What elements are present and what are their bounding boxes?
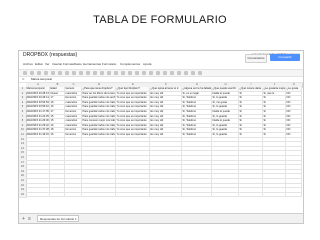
toolbar-button-icon[interactable]	[163, 71, 167, 75]
toolbar-button-icon[interactable]	[37, 71, 41, 75]
toolbar-button-icon[interactable]	[65, 71, 69, 75]
empty-cell[interactable]	[50, 192, 65, 198]
share-button[interactable]: Compartir	[270, 54, 300, 61]
add-sheet-icon[interactable]: +	[22, 216, 25, 222]
menu-item[interactable]: Ayuda	[143, 62, 151, 66]
formula-input[interactable]: Marca temporal	[31, 77, 52, 81]
toolbar-button-icon[interactable]	[149, 71, 153, 75]
toolbar-button-icon[interactable]	[114, 71, 118, 75]
toolbar-button-icon[interactable]	[23, 71, 27, 75]
toolbar-button-icon[interactable]	[86, 71, 90, 75]
toolbar-button-icon[interactable]	[107, 71, 111, 75]
sheet-list-icon[interactable]: ≡	[28, 216, 31, 222]
formula-icon: fx	[22, 77, 25, 81]
menu-item[interactable]: Complementos	[120, 62, 140, 66]
toolbar	[19, 69, 303, 77]
spreadsheet-window: DROPBOX (respuestas) melendezgeraldine19…	[18, 50, 304, 224]
toolbar-button-icon[interactable]	[44, 71, 48, 75]
empty-cell[interactable]	[286, 192, 302, 198]
menu-bar: Archivo Editar Ver Insertar Formato Datos Herr…	[19, 62, 303, 68]
menu-item[interactable]: Insertar	[52, 62, 62, 66]
toolbar-button-icon[interactable]	[72, 71, 76, 75]
toolbar-button-icon[interactable]	[170, 71, 174, 75]
toolbar-button-icon[interactable]	[184, 71, 188, 75]
menu-item[interactable]: Archivo	[23, 62, 33, 66]
empty-cell[interactable]	[26, 192, 50, 198]
menu-item[interactable]: Formulario	[102, 62, 116, 66]
toolbar-button-icon[interactable]	[121, 71, 125, 75]
toolbar-button-icon[interactable]	[128, 71, 132, 75]
sheet-tab-responses[interactable]: Respuestas de formulario 1	[37, 215, 79, 222]
menu-item[interactable]: Herramientas	[83, 62, 101, 66]
empty-cell[interactable]	[239, 192, 263, 198]
toolbar-button-icon[interactable]	[142, 71, 146, 75]
toolbar-button-icon[interactable]	[100, 71, 104, 75]
empty-cell[interactable]	[263, 192, 286, 198]
empty-cell[interactable]	[116, 192, 150, 198]
menu-item[interactable]: Datos	[74, 62, 82, 66]
empty-cell[interactable]	[65, 192, 82, 198]
document-title[interactable]: DROPBOX (respuestas)	[23, 52, 77, 58]
spreadsheet-grid: A B C D E F G H I J K 1 Marca temporal Edad Genero ¿Par…	[19, 83, 303, 211]
slide-title: TABLA DE FORMULARIO	[93, 14, 227, 26]
empty-cell[interactable]	[82, 192, 116, 198]
toolbar-button-icon[interactable]	[79, 71, 83, 75]
menu-item[interactable]: Ver	[45, 62, 50, 66]
toolbar-button-icon[interactable]	[93, 71, 97, 75]
toolbar-button-icon[interactable]	[191, 71, 195, 75]
toolbar-button-icon[interactable]	[135, 71, 139, 75]
menu-item[interactable]: Editar	[35, 62, 43, 66]
empty-cell[interactable]	[150, 192, 182, 198]
toolbar-button-icon[interactable]	[177, 71, 181, 75]
empty-cell[interactable]	[182, 192, 212, 198]
toolbar-button-icon[interactable]	[30, 71, 34, 75]
sheet-tab-bar: + ≡ Respuestas de formulario 1	[19, 213, 303, 223]
toolbar-button-icon[interactable]	[198, 71, 202, 75]
empty-cell[interactable]	[212, 192, 239, 198]
toolbar-button-icon[interactable]	[156, 71, 160, 75]
toolbar-button-icon[interactable]	[58, 71, 62, 75]
menu-item[interactable]: Formato	[63, 62, 74, 66]
toolbar-button-icon[interactable]	[51, 71, 55, 75]
